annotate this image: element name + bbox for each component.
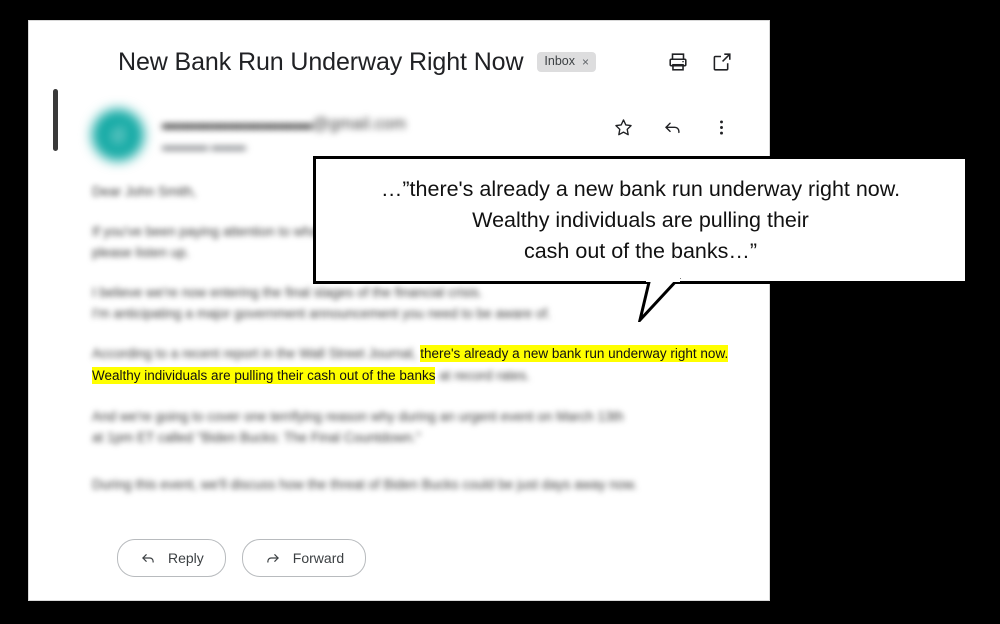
highlight-trail-redacted: at record rates. [439, 368, 531, 383]
open-in-new-window-icon[interactable] [711, 51, 733, 73]
forward-button-label: Forward [292, 550, 345, 566]
close-icon[interactable]: × [582, 56, 589, 68]
annotation-callout-tail [637, 278, 681, 322]
label-chip-text: Inbox [544, 54, 576, 69]
annotation-callout-box: …”there's already a new bank run underwa… [313, 156, 968, 284]
body-paragraph: And we're going to cover one terrifying … [92, 409, 624, 445]
star-icon[interactable] [613, 117, 635, 139]
sender-email-redacted: ▬▬▬▬▬▬▬▬▬@gmail.com [162, 115, 407, 133]
highlight-lead-redacted: According to a recent report in the Wall… [92, 346, 417, 361]
subject-action-icons [667, 51, 753, 73]
reply-arrow-icon[interactable] [662, 117, 684, 139]
subject-row: New Bank Run Underway Right Now Inbox × [118, 37, 753, 87]
more-vertical-icon[interactable] [711, 117, 733, 139]
message-action-buttons: Reply Forward [117, 539, 367, 577]
scrollbar-thumb[interactable] [53, 89, 58, 151]
forward-button[interactable]: Forward [241, 539, 367, 577]
body-paragraph-highlighted: According to a recent report in the Wall… [92, 343, 769, 387]
body-paragraph: During this event, we'll discuss how the… [92, 477, 638, 492]
reply-button[interactable]: Reply [117, 539, 226, 577]
sender-meta-redacted: ▬▬▬▬ ▬▬▬ [162, 141, 246, 153]
message-action-icons [613, 117, 733, 139]
sender-identity: ▬▬▬▬▬▬▬▬▬@gmail.com ▬▬▬▬ ▬▬▬ [162, 115, 406, 153]
forward-arrow-icon [264, 549, 282, 567]
reply-arrow-icon [139, 549, 157, 567]
print-icon[interactable] [667, 51, 689, 73]
page-title: New Bank Run Underway Right Now [118, 47, 524, 76]
label-chip-inbox[interactable]: Inbox × [537, 52, 597, 72]
avatar: d [92, 109, 144, 161]
reply-button-label: Reply [168, 550, 204, 566]
annotation-callout-text: …”there's already a new bank run underwa… [380, 176, 901, 263]
